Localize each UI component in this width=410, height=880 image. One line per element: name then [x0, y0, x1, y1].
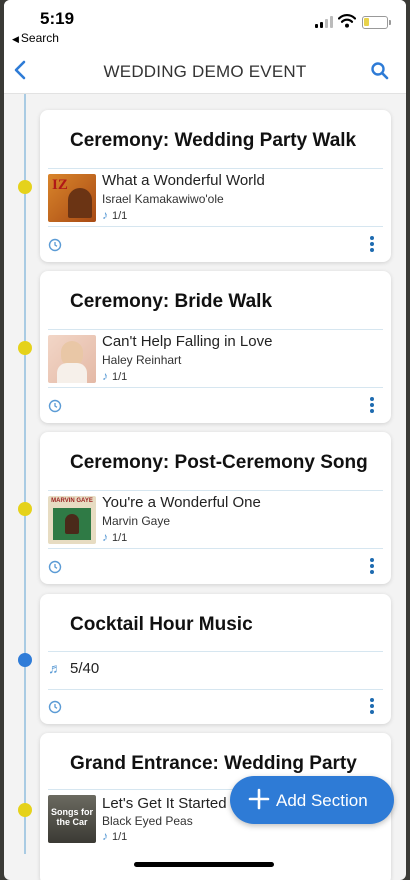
cellular-signal-icon	[315, 16, 335, 28]
music-note-icon: ♪	[102, 208, 108, 222]
song-artist: Haley Reinhart	[102, 353, 182, 367]
song-count: ♪ 1/1	[102, 208, 128, 222]
clock-icon[interactable]	[48, 700, 62, 714]
timeline-dot	[18, 803, 32, 817]
song-title: What a Wonderful World	[102, 172, 265, 189]
more-options-icon[interactable]	[365, 698, 379, 716]
song-count: ♪ 1/1	[102, 369, 128, 383]
song-artist: Marvin Gaye	[102, 514, 171, 528]
album-art-text: MARVIN GAYE	[51, 498, 93, 504]
music-note-icon: ♬	[48, 660, 62, 676]
section-title: Cocktail Hour Music	[70, 614, 253, 635]
album-art	[48, 335, 96, 383]
section-title: Ceremony: Wedding Party Walk	[70, 130, 357, 151]
album-art-text: Songs for the Car	[51, 807, 93, 827]
song-title: You're a Wonderful One	[102, 494, 261, 511]
section-title: Ceremony: Post-Ceremony Song	[70, 452, 368, 473]
more-options-icon[interactable]	[365, 236, 379, 254]
clock-icon[interactable]	[48, 560, 62, 574]
wifi-icon	[338, 14, 356, 28]
timeline-dot	[18, 341, 32, 355]
timeline-dot	[18, 502, 32, 516]
song-title: Let's Get It Started	[102, 795, 227, 812]
navigation-bar: WEDDING DEMO EVENT	[4, 48, 406, 94]
section-card[interactable]: Ceremony: Post-Ceremony Song MARVIN GAYE…	[40, 432, 391, 584]
album-art: IZ	[48, 174, 96, 222]
song-count: ♪ 1/1	[102, 530, 128, 544]
more-options-icon[interactable]	[365, 558, 379, 576]
section-title: Ceremony: Bride Walk	[70, 291, 273, 312]
battery-icon	[362, 16, 391, 29]
music-note-icon: ♪	[102, 369, 108, 383]
back-app-label: Search	[20, 31, 59, 45]
phone-screen: 5:19 ◀ Search WEDDING DEMO EVENT Ceremony…	[4, 0, 406, 880]
song-artist: Black Eyed Peas	[102, 814, 193, 828]
plus-icon	[248, 788, 270, 810]
timeline-line	[24, 94, 26, 854]
section-card[interactable]: Ceremony: Wedding Party Walk IZ What a W…	[40, 110, 391, 262]
search-icon[interactable]	[368, 59, 392, 83]
clock-icon[interactable]	[48, 238, 62, 252]
section-title: Grand Entrance: Wedding Party	[70, 753, 357, 774]
status-bar: 5:19 ◀ Search	[4, 0, 406, 48]
add-section-label: Add Section	[276, 791, 368, 810]
home-indicator[interactable]	[134, 862, 274, 867]
back-triangle-icon: ◀	[12, 34, 19, 44]
song-count: ♪ 1/1	[102, 829, 128, 843]
album-art: MARVIN GAYE	[48, 496, 96, 544]
album-art: Songs for the Car	[48, 795, 96, 843]
page-title: WEDDING DEMO EVENT	[103, 62, 307, 81]
section-card[interactable]: Ceremony: Bride Walk Can't Help Falling …	[40, 271, 391, 423]
clock-icon[interactable]	[48, 399, 62, 413]
more-options-icon[interactable]	[365, 397, 379, 415]
add-section-button[interactable]: Add Section	[230, 776, 394, 824]
status-time: 5:19	[40, 9, 75, 28]
song-artist: Israel Kamakawiwo'ole	[102, 192, 224, 206]
music-note-icon: ♪	[102, 530, 108, 544]
music-note-icon: ♪	[102, 829, 108, 843]
timeline-dot	[18, 180, 32, 194]
back-to-app-link[interactable]: ◀ Search	[12, 31, 59, 45]
timeline-dot	[18, 653, 32, 667]
section-card[interactable]: Cocktail Hour Music ♬ 5/40	[40, 594, 391, 724]
song-count: ♬ 5/40	[48, 660, 100, 677]
song-title: Can't Help Falling in Love	[102, 333, 273, 350]
